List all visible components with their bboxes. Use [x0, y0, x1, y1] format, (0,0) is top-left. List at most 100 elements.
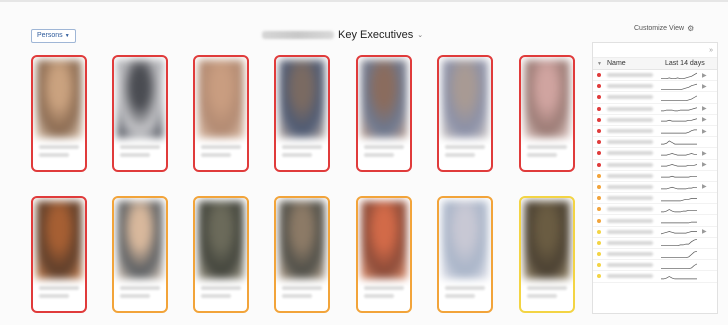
- column-name-header[interactable]: Name: [607, 60, 665, 67]
- sparkline-line: [661, 129, 697, 133]
- executive-photo: [279, 60, 325, 138]
- executive-role-redacted: [282, 294, 312, 298]
- executive-card[interactable]: [519, 55, 575, 172]
- executive-photo: [36, 60, 82, 138]
- executive-name-redacted: [607, 84, 653, 89]
- list-item[interactable]: [593, 249, 717, 261]
- list-item[interactable]: ▶: [593, 148, 717, 160]
- executive-name-redacted: [607, 140, 653, 145]
- executive-card[interactable]: [112, 196, 168, 313]
- sort-down-icon[interactable]: ▼: [597, 61, 607, 67]
- status-dot: [597, 229, 601, 234]
- executive-card[interactable]: [112, 55, 168, 172]
- play-icon[interactable]: ▶: [702, 105, 707, 112]
- activity-sparkline: [661, 83, 697, 90]
- executive-role-redacted: [39, 294, 69, 298]
- executive-card[interactable]: [274, 55, 330, 172]
- list-item[interactable]: [593, 193, 717, 205]
- list-item[interactable]: [593, 260, 717, 272]
- activity-sparkline: [661, 208, 697, 213]
- executive-name-redacted: [120, 286, 160, 290]
- list-item[interactable]: [593, 137, 717, 149]
- executive-card[interactable]: [437, 55, 493, 172]
- executive-name-redacted: [607, 274, 653, 279]
- list-item[interactable]: ▶: [593, 160, 717, 171]
- sparkline-line: [661, 153, 697, 156]
- executive-list: ▶ ▶ ▶ ▶ ▶ ▶ ▶ ▶ ▶: [593, 70, 717, 283]
- executive-name-redacted: [607, 184, 653, 189]
- play-icon[interactable]: ▶: [702, 150, 707, 157]
- list-item[interactable]: ▶: [593, 227, 717, 238]
- status-dot: [597, 173, 601, 178]
- sparkline-line: [661, 208, 697, 213]
- executive-card[interactable]: [193, 196, 249, 313]
- executive-role-redacted: [527, 294, 557, 298]
- sparkline-line: [661, 95, 697, 102]
- activity-sparkline: [661, 129, 697, 133]
- executive-name-redacted: [120, 145, 160, 149]
- executive-card[interactable]: [356, 196, 412, 313]
- executive-card[interactable]: [437, 196, 493, 313]
- executive-card[interactable]: [193, 55, 249, 172]
- play-icon[interactable]: ▶: [702, 228, 707, 235]
- gear-icon: ⚙: [687, 24, 695, 33]
- executive-name-redacted: [445, 286, 485, 290]
- executive-name-redacted: [607, 117, 653, 122]
- executive-name-redacted: [527, 145, 567, 149]
- executive-role-redacted: [201, 294, 231, 298]
- list-item[interactable]: [593, 238, 717, 249]
- executive-name-redacted: [282, 286, 322, 290]
- expand-icon[interactable]: »: [709, 47, 713, 54]
- persons-filter-label: Persons: [37, 32, 63, 39]
- status-dot: [597, 207, 601, 212]
- activity-sparkline: [661, 153, 697, 156]
- play-icon[interactable]: ▶: [702, 161, 707, 168]
- list-item[interactable]: ▶: [593, 81, 717, 93]
- list-item[interactable]: [593, 204, 717, 216]
- list-item[interactable]: ▶: [593, 70, 717, 82]
- status-dot: [597, 117, 601, 122]
- page-title[interactable]: Key Executives ⌄: [262, 27, 423, 43]
- status-dot: [597, 162, 601, 167]
- executive-name-redacted: [607, 95, 653, 100]
- customize-view-button[interactable]: Customize View ⚙: [634, 24, 694, 33]
- play-icon[interactable]: ▶: [702, 83, 707, 90]
- column-last-14-days-header[interactable]: Last 14 days: [665, 60, 715, 67]
- executive-role-redacted: [445, 294, 475, 298]
- list-item[interactable]: ▶: [593, 115, 717, 126]
- status-dot: [597, 263, 601, 268]
- status-dot: [597, 84, 601, 89]
- executive-card[interactable]: [31, 55, 87, 172]
- executive-card[interactable]: [519, 196, 575, 313]
- list-item[interactable]: [593, 171, 717, 182]
- list-item[interactable]: [593, 271, 717, 283]
- list-item[interactable]: ▶: [593, 104, 717, 115]
- play-icon[interactable]: ▶: [702, 72, 707, 79]
- activity-sparkline: [661, 72, 697, 79]
- play-icon[interactable]: ▶: [702, 116, 707, 123]
- executive-name-redacted: [607, 229, 653, 234]
- executive-name-redacted: [607, 106, 653, 111]
- executive-role-redacted: [282, 153, 312, 157]
- executive-card[interactable]: [356, 55, 412, 172]
- list-item[interactable]: ▶: [593, 182, 717, 194]
- play-icon[interactable]: ▶: [702, 128, 707, 135]
- status-dot: [597, 196, 601, 201]
- executive-photo: [117, 60, 163, 138]
- executive-role-redacted: [364, 294, 394, 298]
- executive-card[interactable]: [274, 196, 330, 313]
- sparkline-line: [661, 276, 697, 280]
- executive-list-panel: » ▼ Name Last 14 days ▶ ▶ ▶ ▶ ▶ ▶ ▶ ▶ ▶: [592, 42, 718, 314]
- status-dot: [597, 274, 601, 279]
- list-item[interactable]: [593, 215, 717, 227]
- executive-card[interactable]: [31, 196, 87, 313]
- list-item[interactable]: [593, 92, 717, 104]
- page-title-text: Key Executives: [338, 29, 414, 41]
- status-dot: [597, 140, 601, 145]
- play-icon[interactable]: ▶: [702, 183, 707, 190]
- list-item[interactable]: ▶: [593, 126, 717, 138]
- executive-name-redacted: [607, 129, 653, 134]
- persons-filter-button[interactable]: Persons ▼: [31, 29, 76, 43]
- activity-sparkline: [661, 239, 697, 247]
- sparkline-line: [661, 118, 697, 122]
